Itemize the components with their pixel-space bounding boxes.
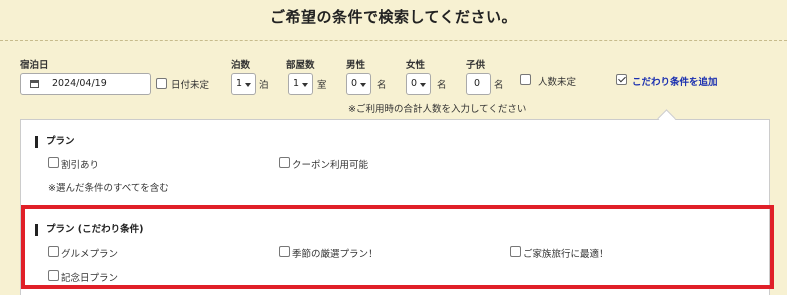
- people-undecided-label: 人数未定: [538, 77, 577, 88]
- plan-option-label: クーポン利用可能: [292, 160, 369, 171]
- plan-special-checkbox[interactable]: [279, 246, 290, 257]
- plan-note: ※選んだ条件のすべてを含む: [48, 183, 169, 194]
- female-value: 0: [411, 78, 418, 89]
- plan-special-label: グルメプラン: [61, 249, 119, 260]
- child-value: 0: [474, 78, 481, 89]
- male-value: 0: [351, 78, 358, 89]
- female-label: 女性: [406, 60, 426, 71]
- plan-special-checkbox[interactable]: [48, 246, 59, 257]
- divider: [0, 40, 787, 41]
- nights-unit: 泊: [259, 80, 269, 91]
- checkin-date-value: 2024/04/19: [52, 78, 107, 89]
- chevron-down-icon: [302, 83, 308, 87]
- male-label: 男性: [346, 60, 366, 71]
- checkin-label: 宿泊日: [20, 60, 49, 71]
- add-conditions-link[interactable]: こだわり条件を追加: [632, 74, 718, 88]
- chevron-down-icon: [420, 83, 426, 87]
- child-label: 子供: [466, 60, 486, 71]
- checkin-date-input[interactable]: 2024/04/19: [20, 73, 151, 95]
- rooms-select[interactable]: 1: [288, 73, 313, 95]
- plan-special-heading: プラン (こだわり条件): [35, 224, 144, 236]
- plan-special-label: 季節の厳選プラン！: [292, 249, 378, 260]
- rooms-unit: 室: [317, 80, 327, 91]
- plan-heading: プラン: [35, 136, 75, 148]
- highlight-box: [21, 205, 774, 289]
- nights-value: 1: [236, 78, 243, 89]
- child-input[interactable]: 0: [466, 73, 491, 95]
- plan-option-checkbox[interactable]: [48, 157, 59, 168]
- rooms-label: 部屋数: [286, 60, 315, 71]
- chevron-down-icon: [360, 83, 366, 87]
- nights-label: 泊数: [231, 60, 251, 71]
- rooms-value: 1: [293, 78, 300, 89]
- people-undecided-checkbox[interactable]: [520, 74, 531, 85]
- date-undecided-label: 日付未定: [171, 80, 210, 91]
- date-undecided-checkbox[interactable]: [156, 78, 167, 89]
- plan-special-checkbox[interactable]: [510, 246, 521, 257]
- plan-option-checkbox[interactable]: [279, 157, 290, 168]
- calendar-icon: [30, 80, 39, 88]
- child-unit: 名: [494, 80, 504, 91]
- male-select[interactable]: 0: [346, 73, 371, 95]
- female-unit: 名: [437, 80, 447, 91]
- plan-special-checkbox[interactable]: [48, 270, 59, 281]
- chevron-down-icon: [245, 83, 251, 87]
- plan-special-label: 記念日プラン: [61, 273, 119, 284]
- people-note: ※ご利用時の合計人数を入力してください: [348, 104, 527, 115]
- nights-select[interactable]: 1: [231, 73, 256, 95]
- add-conditions-checkbox[interactable]: [616, 74, 627, 85]
- plan-special-label: ご家族旅行に最適！: [523, 249, 609, 260]
- page-title: ご希望の条件で検索してください。: [269, 8, 518, 26]
- female-select[interactable]: 0: [406, 73, 431, 95]
- plan-option-label: 割引あり: [61, 160, 100, 171]
- male-unit: 名: [377, 80, 387, 91]
